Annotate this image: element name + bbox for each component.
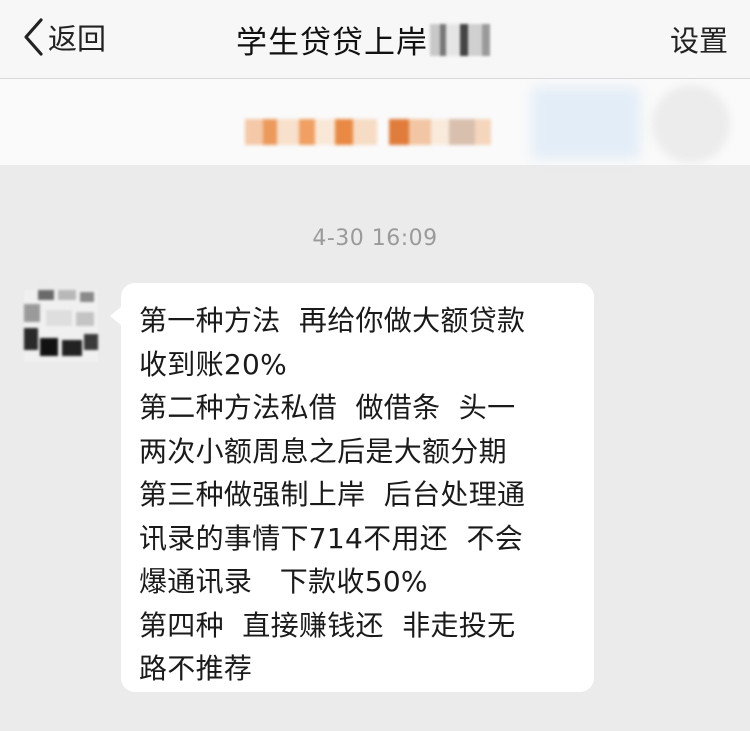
message-line: 收到账20% (139, 347, 288, 381)
chat-title-text: 学生贷贷上岸 (236, 25, 428, 61)
message-line: 第三种做强制上岸 后台处理通 (139, 478, 526, 511)
banner-avatar-blur (652, 85, 730, 163)
chat-title: 学生贷贷上岸 (236, 17, 500, 62)
chevron-left-icon (22, 17, 44, 57)
message-line: 路不推荐 (139, 652, 253, 685)
banner-redaction-mosaic (245, 119, 510, 145)
message-line: 第一种方法 再给你做大额贷款 (139, 304, 526, 337)
title-redaction-mosaic (430, 23, 500, 56)
message-line: 爆通讯录 下款收50% (139, 565, 428, 598)
message-text: 第一种方法 再给你做大额贷款 收到账20% 第二种方法私借 做借条 头一 两次小额周息… (139, 299, 584, 691)
group-notice-banner[interactable] (0, 79, 750, 165)
settings-button[interactable]: 设置 (670, 18, 728, 60)
back-button[interactable]: 返回 (22, 14, 106, 60)
message-line: 第四种 直接赚钱还 非走投无 (139, 608, 516, 642)
message-timestamp: 4-30 16:09 (312, 226, 438, 251)
banner-redaction-blur (532, 87, 640, 159)
sender-avatar[interactable] (24, 290, 98, 362)
message-bubble[interactable]: 第一种方法 再给你做大额贷款 收到账20% 第二种方法私借 做借条 头一 两次小额周息… (121, 283, 594, 692)
navigation-bar: 返回 学生贷贷上岸 设置 (0, 0, 750, 79)
message-line: 第二种方法私借 做借条 头一 (139, 391, 516, 424)
message-line: 讯录的事情下714不用还 不会 (139, 521, 524, 555)
message-line: 两次小额周息之后是大额分期 (139, 434, 507, 468)
back-label: 返回 (48, 22, 107, 56)
